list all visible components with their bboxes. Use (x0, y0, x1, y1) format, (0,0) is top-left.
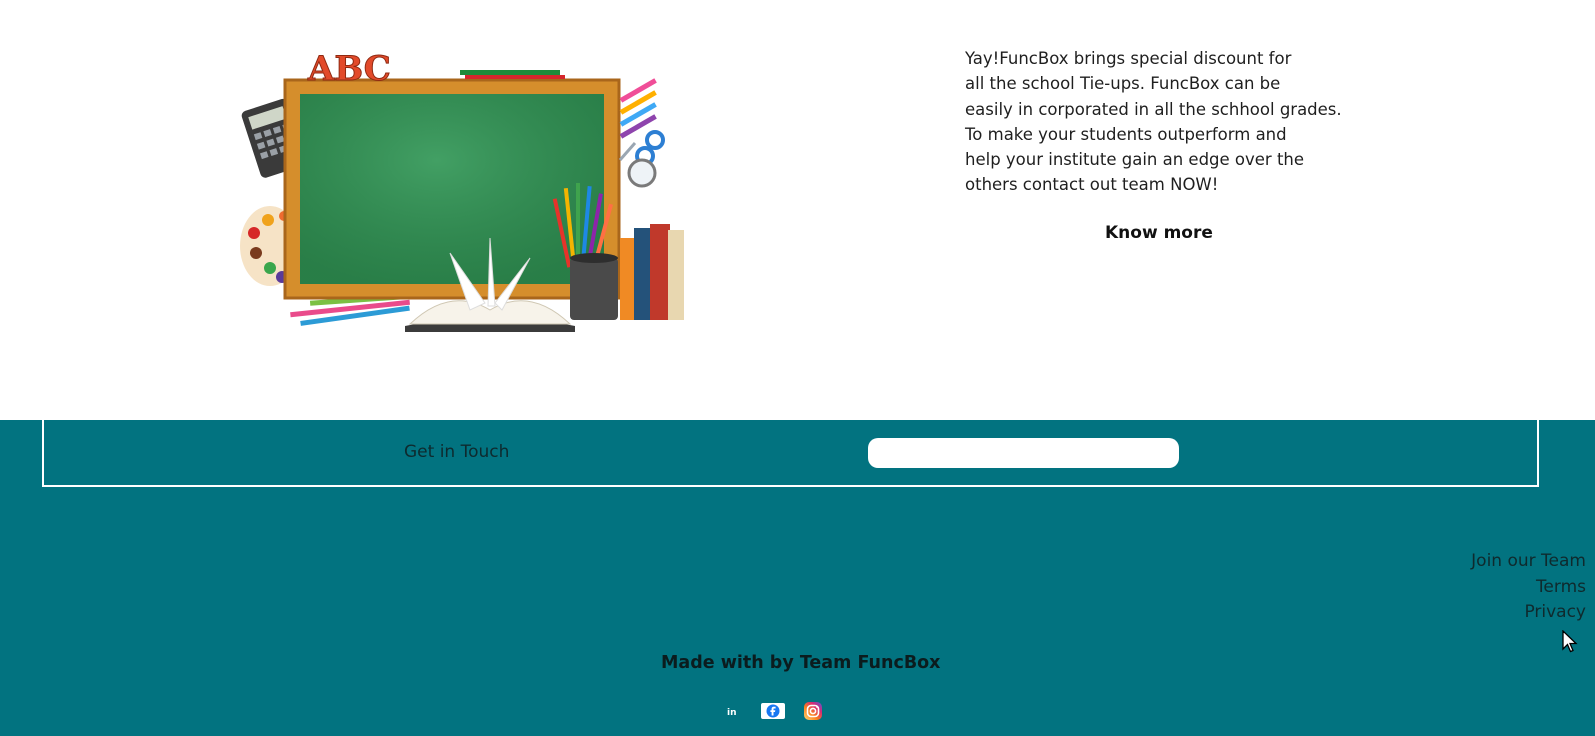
promo-line: help your institute gain an edge over th… (965, 150, 1305, 170)
abc-letters: ABC (307, 49, 391, 89)
social-links: in (720, 701, 826, 721)
footer: Get in Touch Join our Team Terms Privacy… (0, 420, 1595, 736)
linkedin-icon[interactable]: in (720, 701, 746, 721)
contact-input[interactable] (868, 438, 1179, 468)
terms-link[interactable]: Terms (1471, 575, 1586, 601)
promo-line: others contact out team NOW! (965, 175, 1219, 195)
instagram-icon[interactable] (800, 701, 826, 721)
books-icon (620, 224, 684, 320)
join-our-team-link[interactable]: Join our Team (1471, 549, 1586, 575)
privacy-link[interactable]: Privacy (1471, 600, 1586, 626)
promo-line: easily in corporated in all the schhool … (965, 99, 1342, 119)
facebook-icon[interactable] (760, 701, 786, 721)
hero-section: ABC Yay!FuncBox brings special discount … (0, 0, 1595, 420)
magnifier-icon (627, 158, 657, 188)
pencil-fan-icon (619, 78, 657, 139)
promo-line: all the school Tie-ups. FuncBox can be (965, 74, 1281, 94)
promo-text: Yay!FuncBox brings special discount for … (965, 46, 1365, 198)
made-with-credit: Made with by Team FuncBox (661, 653, 941, 673)
promo-line: To make your students outperform and (965, 124, 1287, 144)
know-more-link[interactable]: Know more (1105, 223, 1213, 243)
get-in-touch-bar: Get in Touch (42, 420, 1539, 487)
svg-text:in: in (727, 708, 737, 717)
mouse-cursor-icon (1562, 630, 1578, 653)
classroom-illustration: ABC (240, 49, 684, 332)
footer-links: Join our Team Terms Privacy (1471, 549, 1586, 626)
get-in-touch-label: Get in Touch (404, 442, 510, 462)
promo-line: Yay!FuncBox brings special discount for (965, 49, 1292, 68)
